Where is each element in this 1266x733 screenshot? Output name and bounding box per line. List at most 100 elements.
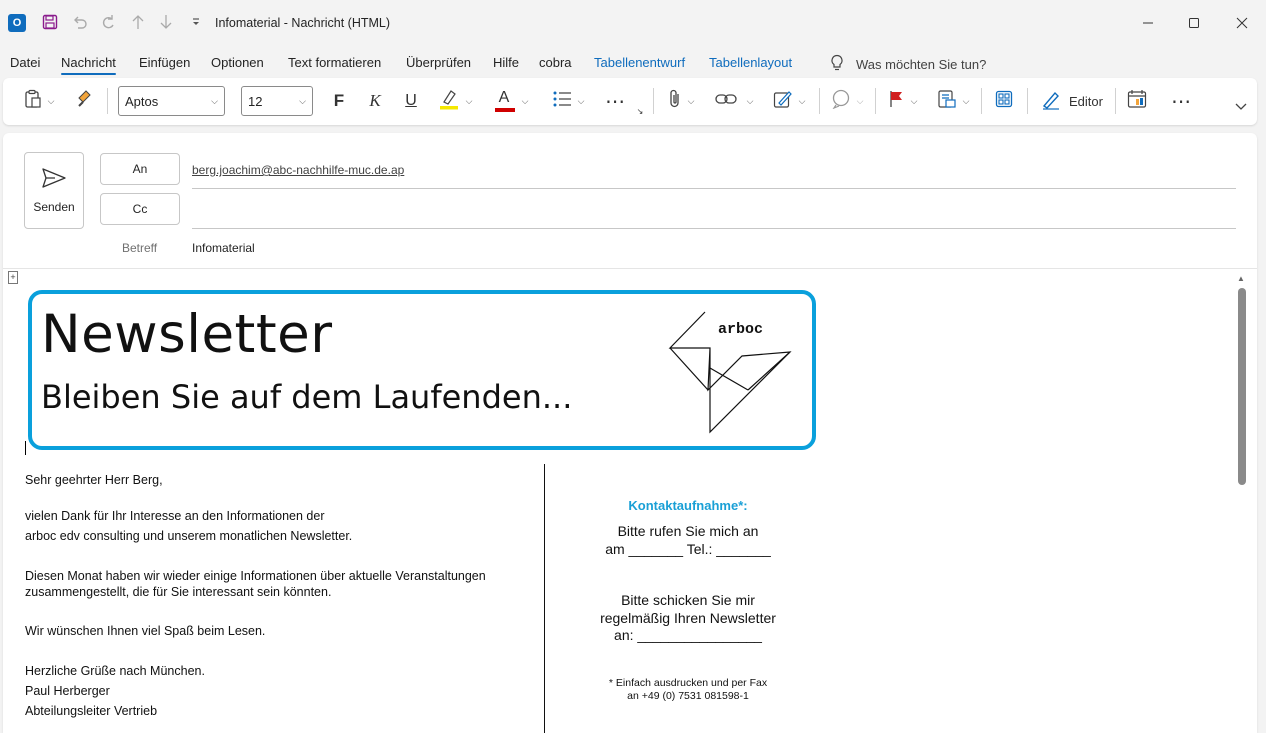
send-button[interactable]: Senden bbox=[24, 152, 84, 229]
ribbon-toolbar: ⌵ Aptos ⌵ 12 ⌵ F K U ⌵ A ⌵ ⌵ ⋯ ↘ ⌵ ⌵ ⌵ ⌵… bbox=[3, 78, 1257, 125]
letter-paragraph-1-line-2: arboc edv consulting und unserem monatli… bbox=[25, 529, 353, 543]
apps-button[interactable] bbox=[991, 88, 1017, 114]
tab-datei[interactable]: Datei bbox=[10, 55, 40, 70]
cc-field[interactable] bbox=[192, 199, 1236, 227]
attach-file-button[interactable]: ⌵ bbox=[663, 88, 699, 114]
more-formatting-button[interactable]: ⋯ bbox=[601, 88, 629, 114]
font-size-dropdown[interactable]: 12 ⌵ bbox=[241, 86, 313, 116]
contact-heading: Kontaktaufnahme*: bbox=[628, 498, 748, 513]
customize-quick-access-icon[interactable] bbox=[186, 12, 206, 32]
font-dialog-launcher[interactable]: ↘ bbox=[635, 106, 645, 116]
chevron-down-icon: ⌵ bbox=[47, 95, 55, 106]
tell-me-placeholder: Was möchten Sie tun? bbox=[856, 57, 987, 72]
bullets-button[interactable]: ⌵ bbox=[546, 88, 590, 114]
subject-field[interactable]: Infomaterial bbox=[192, 241, 255, 255]
letter-paragraph-2-line-1: Diesen Monat haben wir wieder einige Inf… bbox=[25, 569, 486, 583]
font-color-button[interactable]: A ⌵ bbox=[489, 88, 533, 114]
contact-call-line-2: am _______ Tel.: _______ bbox=[605, 541, 771, 557]
close-button[interactable] bbox=[1222, 8, 1262, 38]
to-button[interactable]: An bbox=[100, 153, 180, 185]
outlook-app-icon: O bbox=[8, 14, 26, 32]
templates-button[interactable]: ⌵ bbox=[935, 88, 971, 114]
contact-note-line-2: an +49 (0) 7531 081598-1 bbox=[627, 690, 749, 702]
letter-paragraph-2-line-2: zusammengestellt, die für Sie interessan… bbox=[25, 585, 332, 599]
calendar-icon bbox=[1127, 89, 1147, 113]
apps-grid-icon bbox=[995, 90, 1013, 112]
arrow-down-icon[interactable] bbox=[156, 12, 176, 32]
scheduling-poll-button[interactable] bbox=[1125, 88, 1149, 114]
letter-sender-name: Paul Herberger bbox=[25, 684, 110, 698]
save-icon[interactable] bbox=[40, 12, 60, 32]
tell-me-search[interactable]: Was möchten Sie tun? bbox=[830, 54, 986, 75]
title-bar: O Infomaterial - Nachricht (HTML) bbox=[0, 0, 1266, 46]
contact-send-line-1: Bitte schicken Sie mir bbox=[621, 592, 755, 608]
chevron-down-icon: ⌵ bbox=[962, 95, 970, 106]
redo-icon[interactable] bbox=[98, 12, 118, 32]
chevron-down-icon: ⌵ bbox=[211, 95, 218, 106]
maximize-button[interactable] bbox=[1174, 8, 1214, 38]
chevron-down-icon: ⌵ bbox=[798, 95, 806, 106]
underline-button[interactable]: U bbox=[399, 88, 423, 114]
font-color-letter: A bbox=[498, 89, 510, 106]
newsletter-title: Newsletter bbox=[41, 304, 333, 365]
paintbrush-icon bbox=[76, 90, 94, 112]
chevron-down-icon: ⌵ bbox=[746, 95, 754, 106]
more-options-button[interactable]: ⋯ bbox=[1167, 88, 1195, 114]
font-name-dropdown[interactable]: Aptos ⌵ bbox=[118, 86, 225, 116]
paperclip-icon bbox=[668, 89, 682, 113]
cc-button[interactable]: Cc bbox=[100, 193, 180, 225]
contact-send-line-2: regelmäßig Ihren Newsletter bbox=[600, 610, 776, 626]
send-icon bbox=[41, 167, 67, 192]
tab-cobra[interactable]: cobra bbox=[539, 55, 572, 70]
to-field-underline bbox=[192, 188, 1236, 189]
highlight-button[interactable]: ⌵ bbox=[433, 88, 477, 114]
tab-einfuegen[interactable]: Einfügen bbox=[139, 55, 190, 70]
font-size-value: 12 bbox=[248, 93, 263, 109]
window-title: Infomaterial - Nachricht (HTML) bbox=[215, 16, 391, 30]
contact-note-line-1: * Einfach ausdrucken und per Fax bbox=[608, 677, 768, 689]
chevron-down-icon: ⌵ bbox=[521, 95, 529, 106]
compose-pane: Senden An berg.joachim@abc-nachhilfe-muc… bbox=[3, 133, 1257, 733]
cc-field-underline bbox=[192, 228, 1236, 229]
ellipsis-icon: ⋯ bbox=[1171, 90, 1191, 113]
tab-optionen[interactable]: Optionen bbox=[211, 55, 264, 70]
link-button[interactable]: ⌵ bbox=[711, 88, 757, 114]
tab-nachricht[interactable]: Nachricht bbox=[61, 55, 116, 75]
letter-greeting: Sehr geehrter Herr Berg, bbox=[25, 473, 163, 487]
letter-paragraph-3: Wir wünschen Ihnen viel Spaß beim Lesen. bbox=[25, 624, 266, 638]
chevron-down-icon: ⌵ bbox=[299, 95, 306, 106]
arrow-up-icon[interactable] bbox=[128, 12, 148, 32]
minimize-button[interactable] bbox=[1128, 8, 1168, 38]
to-recipient[interactable]: berg.joachim@abc-nachhilfe-muc.de.ap bbox=[192, 163, 404, 177]
dialog-launcher-icon: ↘ bbox=[636, 106, 644, 116]
paste-button[interactable]: ⌵ bbox=[17, 88, 61, 114]
format-painter-button[interactable] bbox=[73, 88, 97, 114]
follow-up-flag-button[interactable]: ⌵ bbox=[885, 88, 921, 114]
highlighter-icon bbox=[438, 88, 460, 114]
tab-tabellenlayout[interactable]: Tabellenlayout bbox=[709, 55, 792, 70]
font-name-value: Aptos bbox=[125, 93, 159, 109]
tab-text-formatieren[interactable]: Text formatieren bbox=[288, 55, 381, 70]
immersive-reader-button[interactable]: ⌵ bbox=[829, 88, 865, 114]
scrollbar-thumb[interactable] bbox=[1238, 288, 1246, 485]
tab-ueberpruefen[interactable]: Überprüfen bbox=[406, 55, 471, 70]
italic-button[interactable]: K bbox=[363, 88, 387, 114]
chevron-down-icon: ⌵ bbox=[687, 95, 695, 106]
expand-ribbon-button[interactable] bbox=[1233, 100, 1249, 116]
bold-button[interactable]: F bbox=[327, 88, 351, 114]
flag-icon bbox=[889, 90, 905, 112]
editor-button[interactable]: Editor bbox=[1037, 88, 1107, 114]
undo-icon[interactable] bbox=[70, 12, 90, 32]
signature-icon bbox=[773, 89, 793, 113]
lightbulb-icon bbox=[830, 54, 844, 75]
letter-closing: Herzliche Grüße nach München. bbox=[25, 664, 205, 678]
tab-tabellenentwurf[interactable]: Tabellenentwurf bbox=[594, 55, 685, 70]
scroll-up-arrow-icon[interactable]: ▲ bbox=[1235, 274, 1247, 284]
tab-hilfe[interactable]: Hilfe bbox=[493, 55, 519, 70]
send-label: Senden bbox=[33, 200, 75, 214]
font-color-icon: A bbox=[494, 89, 516, 112]
signature-button[interactable]: ⌵ bbox=[771, 88, 807, 114]
contact-send-line-3: an: ________________ bbox=[614, 627, 762, 643]
letter-sender-title: Abteilungsleiter Vertrieb bbox=[25, 704, 158, 718]
table-move-handle[interactable]: + bbox=[8, 271, 18, 284]
